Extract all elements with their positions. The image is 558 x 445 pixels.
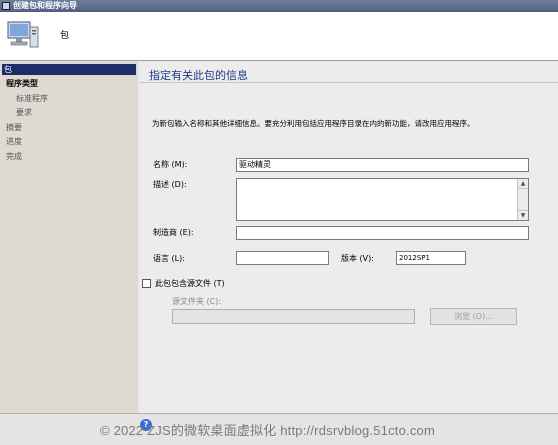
wizard-content: 指定有关此包的信息 为新包输入名称和其他详细信息。要充分利用包括应用程序目录在内…: [139, 61, 558, 413]
version-label: 版本 (V):: [341, 254, 374, 263]
version-field[interactable]: 2012SP1: [396, 251, 466, 265]
watermark-text: © 2022 ZJS的微软桌面虚拟化 http://rdsrvblog.51ct…: [100, 423, 436, 438]
sidebar-item-standard-program[interactable]: 标准程序: [16, 93, 48, 104]
wizard-steps-sidebar: 包 程序类型 标准程序 要求 摘要 进度 完成: [0, 61, 138, 413]
sidebar-item-program-type[interactable]: 程序类型: [6, 78, 38, 89]
scroll-down-icon[interactable]: ▼: [518, 210, 528, 220]
browse-button[interactable]: 浏览 (O)...: [430, 308, 517, 325]
sidebar-item-completion[interactable]: 完成: [6, 151, 22, 162]
name-label: 名称 (M):: [153, 160, 188, 169]
package-computer-icon: [7, 21, 39, 48]
manufacturer-field[interactable]: [236, 226, 529, 240]
window-title: 创建包和程序向导: [13, 1, 77, 10]
header-title: 包: [60, 31, 70, 41]
title-divider: [139, 82, 558, 83]
source-files-checkbox[interactable]: [142, 279, 151, 288]
sidebar-item-progress[interactable]: 进度: [6, 136, 22, 147]
description-scrollbar[interactable]: ▲ ▼: [517, 179, 528, 220]
manufacturer-label: 制造商 (E):: [153, 228, 194, 237]
app-icon: [2, 2, 10, 10]
sidebar-item-requirements[interactable]: 要求: [16, 107, 32, 118]
page-title: 指定有关此包的信息: [149, 69, 248, 82]
source-folder-label: 源文件夹 (C):: [172, 297, 222, 306]
description-field[interactable]: ▲ ▼: [236, 178, 529, 221]
sidebar-item-summary[interactable]: 摘要: [6, 122, 22, 133]
sidebar-item-package[interactable]: 包: [2, 64, 136, 75]
scroll-up-icon[interactable]: ▲: [518, 179, 528, 189]
name-field[interactable]: 驱动精灵: [236, 158, 529, 172]
page-description: 为新包输入名称和其他详细信息。要充分利用包括应用程序目录在内的新功能，请改用应用…: [152, 119, 475, 128]
description-label: 描述 (D):: [153, 180, 187, 189]
source-files-label[interactable]: 此包包含源文件 (T): [155, 278, 225, 289]
language-label: 语言 (L):: [153, 254, 185, 263]
source-folder-field[interactable]: [172, 309, 415, 324]
title-bar: 创建包和程序向导: [0, 0, 558, 12]
wizard-header: 包: [0, 12, 558, 61]
language-field[interactable]: [236, 251, 329, 265]
